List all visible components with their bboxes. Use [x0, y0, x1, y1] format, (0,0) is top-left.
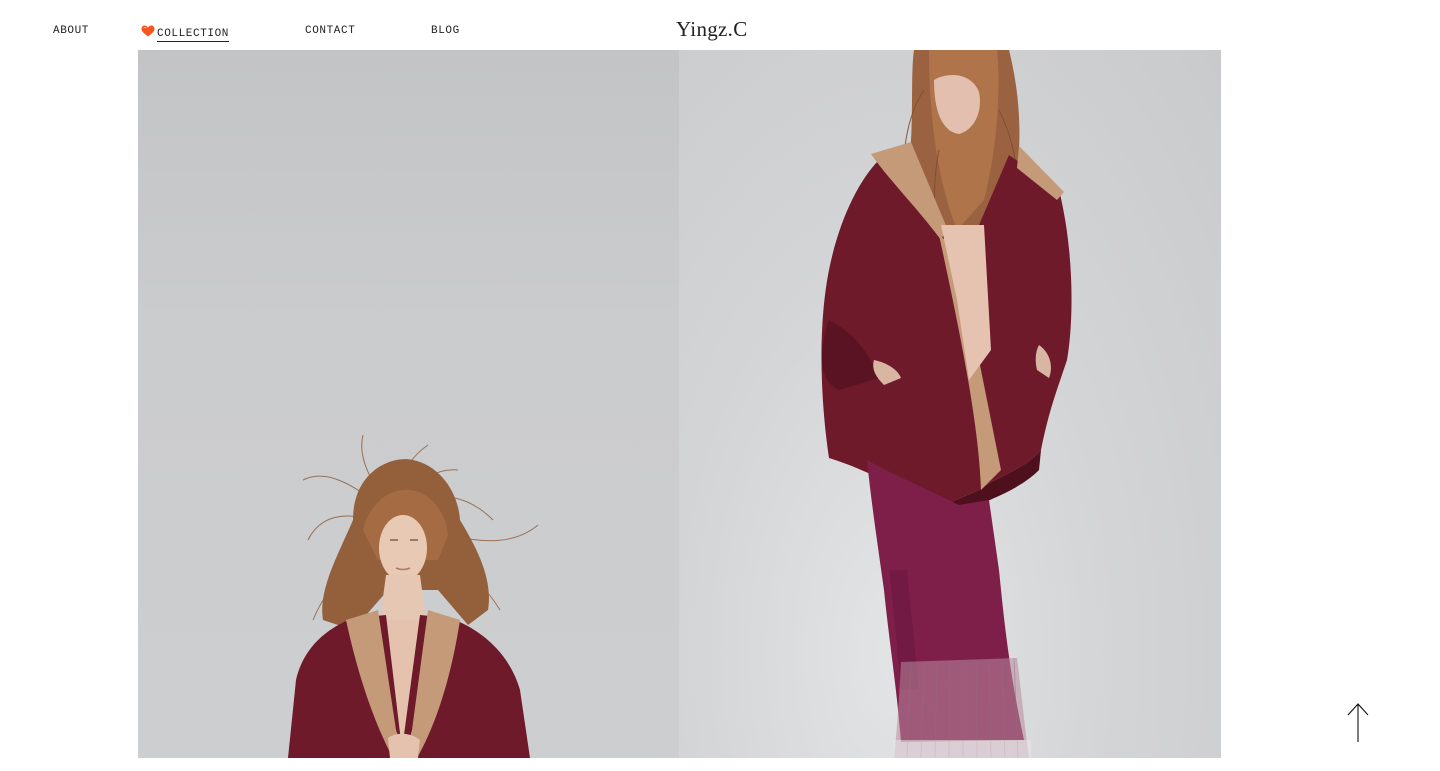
photo-2-illustration — [821, 50, 1072, 758]
arrow-up-icon — [1347, 703, 1369, 742]
nav-contact[interactable]: CONTACT — [305, 25, 355, 38]
photo-1-illustration — [288, 434, 539, 758]
nav-about[interactable]: ABOUT — [53, 25, 89, 38]
back-to-top-button[interactable] — [1345, 702, 1371, 744]
brand-logo[interactable]: Yingz.C — [676, 17, 748, 42]
collection-gallery — [138, 50, 1221, 758]
collection-photo-2[interactable] — [679, 50, 1221, 758]
site-header: ABOUT COLLECTION CONTACT BLOG Yingz.C — [0, 0, 1440, 50]
nav-blog[interactable]: BLOG — [431, 25, 460, 38]
page: ABOUT COLLECTION CONTACT BLOG Yingz.C — [0, 0, 1440, 771]
collection-photo-1[interactable] — [138, 50, 679, 758]
heart-icon — [141, 25, 155, 37]
nav-collection[interactable]: COLLECTION — [141, 25, 230, 42]
nav-collection-label: COLLECTION — [157, 28, 230, 42]
